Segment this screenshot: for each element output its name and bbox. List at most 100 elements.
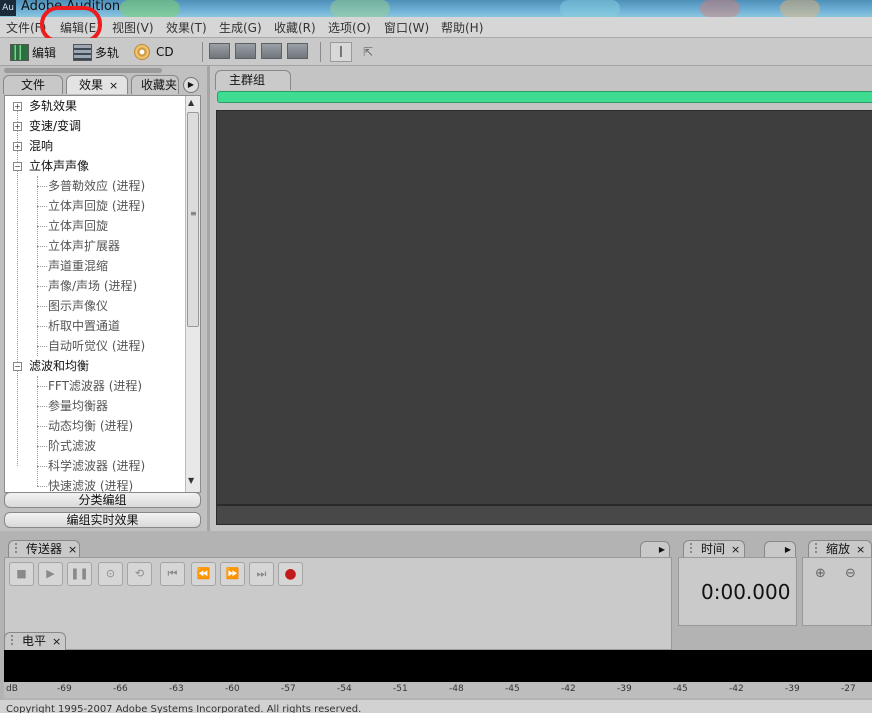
zoom-out-icon[interactable]: ⊖ <box>845 566 856 581</box>
close-icon[interactable]: × <box>856 543 865 556</box>
tree-item[interactable]: − 滤波和均衡 <box>5 356 185 376</box>
menu-help[interactable]: 帮助(H) <box>441 19 483 36</box>
tree-item[interactable]: 自动听觉仪 (进程) <box>37 336 145 356</box>
tree-item[interactable]: + 多轨效果 <box>5 96 185 116</box>
scroll-thumb[interactable]: ≡ <box>187 112 199 327</box>
session-overview-bar[interactable] <box>217 91 872 103</box>
menu-generate[interactable]: 生成(G) <box>219 19 262 36</box>
tree-item[interactable]: + 混响 <box>5 136 185 156</box>
tab-time[interactable]: 时间 × <box>683 540 745 558</box>
track-area[interactable] <box>216 110 872 505</box>
scroll-up-icon[interactable]: ▲ <box>188 98 194 107</box>
tree-item[interactable]: 多普勒效应 (进程) <box>37 176 145 196</box>
track-scroll-area[interactable] <box>216 505 872 525</box>
tree-item[interactable]: 图示声像仪 <box>37 296 108 316</box>
spectral-tool-icon[interactable] <box>235 43 256 59</box>
effects-panel: 文件 效果 × 收藏夹 ▶ + 多轨效果 + 变速/变调 + 混响 − 立体声声像 多普勒… <box>0 66 207 531</box>
time-menu-icon[interactable]: ▶ <box>764 541 796 557</box>
panel-drag-handle[interactable] <box>4 68 162 73</box>
zoom-in-icon[interactable]: ⊕ <box>815 566 826 581</box>
multitrack-view-button[interactable]: 多轨 <box>73 42 119 62</box>
meter-tick: -48 <box>449 684 464 694</box>
meter-tick: -54 <box>337 684 352 694</box>
cd-view-button[interactable]: CD <box>134 42 174 62</box>
menu-window[interactable]: 窗口(W) <box>384 19 429 36</box>
pitch-tool-icon[interactable] <box>261 43 282 59</box>
meter-tick: -45 <box>505 684 520 694</box>
tab-effects[interactable]: 效果 × <box>66 75 128 94</box>
edit-view-button[interactable]: 编辑 <box>10 42 56 62</box>
go-to-start-icon[interactable]: ⏮ <box>160 562 185 586</box>
meter-tick: -60 <box>225 684 240 694</box>
tree-item[interactable]: + 变速/变调 <box>5 116 185 136</box>
scroll-down-icon[interactable]: ▼ <box>188 476 194 485</box>
realtime-effects-button[interactable]: 编组实时效果 <box>4 512 201 528</box>
time-panel: 0:00.000 <box>678 557 797 626</box>
transport-menu-icon[interactable]: ▶ <box>640 541 670 557</box>
close-icon[interactable]: × <box>109 79 118 92</box>
tree-item[interactable]: 快速滤波 (进程) <box>37 476 133 492</box>
multitrack-view-label: 多轨 <box>95 45 120 60</box>
menu-favorites[interactable]: 收藏(R) <box>274 19 316 36</box>
grip-icon: ≡ <box>190 209 197 218</box>
phase-tool-icon[interactable] <box>287 43 308 59</box>
collapse-icon[interactable]: − <box>13 162 22 171</box>
tab-favorites[interactable]: 收藏夹 <box>131 75 179 94</box>
play-from-cursor-icon[interactable]: ⊙ <box>98 562 123 586</box>
close-icon[interactable]: × <box>52 635 61 648</box>
tab-main-group[interactable]: 主群组 <box>215 70 291 90</box>
meter-tick: -66 <box>113 684 128 694</box>
expand-icon[interactable]: + <box>13 142 22 151</box>
menu-options[interactable]: 选项(O) <box>328 19 371 36</box>
tree-scrollbar[interactable]: ▲ ≡ ▼ <box>185 96 200 492</box>
tree-item[interactable]: 声像/声场 (进程) <box>37 276 137 296</box>
play-icon[interactable]: ▶ <box>38 562 63 586</box>
menu-effects[interactable]: 效果(T) <box>166 19 207 36</box>
toolbar-separator <box>320 42 321 62</box>
tree-item[interactable]: FFT滤波器 (进程) <box>37 376 142 396</box>
tree-item[interactable]: 声道重混缩 <box>37 256 108 276</box>
meter-tick: -39 <box>785 684 800 694</box>
time-selection-tool-icon[interactable]: I <box>330 42 352 62</box>
meter-tick: -27 <box>841 684 856 694</box>
tree-item[interactable]: 阶式滤波 <box>37 436 96 456</box>
close-icon[interactable]: × <box>68 543 77 556</box>
stop-icon[interactable]: ■ <box>9 562 34 586</box>
move-tool-icon[interactable]: ⇱ <box>358 42 378 62</box>
tree-item[interactable]: 科学滤波器 (进程) <box>37 456 145 476</box>
tab-zoom[interactable]: 缩放 × <box>808 540 872 558</box>
close-icon[interactable]: × <box>731 543 740 556</box>
expand-icon[interactable]: + <box>13 122 22 131</box>
tab-transport[interactable]: 传送器 × <box>8 540 80 558</box>
tab-level-meter[interactable]: 电平 × <box>4 632 66 650</box>
tree-item[interactable]: 参量均衡器 <box>37 396 108 416</box>
rewind-icon[interactable]: ⏪ <box>191 562 216 586</box>
meter-tick: -57 <box>281 684 296 694</box>
meter-tick: -39 <box>617 684 632 694</box>
meter-tick: -69 <box>57 684 72 694</box>
go-to-end-icon[interactable]: ⏭ <box>249 562 274 586</box>
zoom-panel: ⊕ ⊖ <box>802 557 872 626</box>
tree-item[interactable]: 立体声回旋 <box>37 216 108 236</box>
copyright-text: Copyright 1995-2007 Adobe Systems Incorp… <box>6 704 362 713</box>
tree-item[interactable]: − 立体声声像 <box>5 156 185 176</box>
tree-item[interactable]: 析取中置通道 <box>37 316 120 336</box>
time-display: 0:00.000 <box>701 580 791 604</box>
tree-item[interactable]: 立体声扩展器 <box>37 236 120 256</box>
group-by-category-button[interactable]: 分类编组 <box>4 492 201 508</box>
expand-icon[interactable]: + <box>13 102 22 111</box>
loop-icon[interactable]: ⟲ <box>127 562 152 586</box>
waveform-tool-icon[interactable] <box>209 43 230 59</box>
collapse-icon[interactable]: − <box>13 362 22 371</box>
tree-item[interactable]: 立体声回旋 (进程) <box>37 196 145 216</box>
panel-menu-icon[interactable]: ▶ <box>183 77 199 93</box>
menu-view[interactable]: 视图(V) <box>112 19 154 36</box>
cd-icon <box>134 44 150 60</box>
record-icon[interactable]: ● <box>278 562 303 586</box>
tab-files[interactable]: 文件 <box>3 75 63 94</box>
effects-tree: + 多轨效果 + 变速/变调 + 混响 − 立体声声像 多普勒效应 (进程) 立体声回旋… <box>4 95 201 493</box>
pause-icon[interactable]: ❚❚ <box>67 562 92 586</box>
waveform-icon <box>10 43 29 61</box>
tree-item[interactable]: 动态均衡 (进程) <box>37 416 133 436</box>
fast-forward-icon[interactable]: ⏩ <box>220 562 245 586</box>
